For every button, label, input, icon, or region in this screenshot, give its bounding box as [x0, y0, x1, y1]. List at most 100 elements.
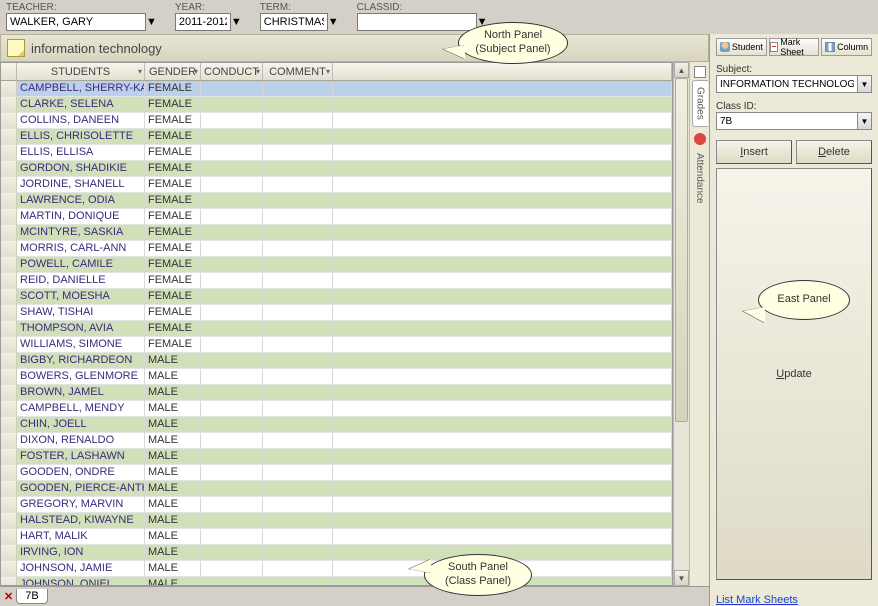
- table-row[interactable]: ELLIS, CHRISOLETTEFEMALE: [1, 129, 672, 145]
- cell-comment[interactable]: [263, 257, 333, 273]
- table-row[interactable]: GOODEN, ONDREMALE: [1, 465, 672, 481]
- cell-student[interactable]: SCOTT, MOESHA: [17, 289, 145, 305]
- row-selector[interactable]: [1, 433, 17, 449]
- row-selector[interactable]: [1, 305, 17, 321]
- table-row[interactable]: HALSTEAD, KIWAYNEMALE: [1, 513, 672, 529]
- cell-gender[interactable]: FEMALE: [145, 177, 201, 193]
- cell-student[interactable]: CLARKE, SELENA: [17, 97, 145, 113]
- cell-student[interactable]: MARTIN, DONIQUE: [17, 209, 145, 225]
- cell-student[interactable]: MORRIS, CARL-ANN: [17, 241, 145, 257]
- col-header-conduct[interactable]: CONDUCT▾: [201, 63, 263, 80]
- scroll-thumb[interactable]: [675, 78, 688, 422]
- row-selector[interactable]: [1, 577, 17, 585]
- cell-comment[interactable]: [263, 561, 333, 577]
- cell-conduct[interactable]: [201, 145, 263, 161]
- cell-conduct[interactable]: [201, 81, 263, 97]
- subject-combo[interactable]: [716, 75, 858, 93]
- cell-comment[interactable]: [263, 81, 333, 97]
- cell-gender[interactable]: FEMALE: [145, 289, 201, 305]
- update-button[interactable]: UpdateUpdate: [716, 168, 872, 580]
- row-selector[interactable]: [1, 561, 17, 577]
- tab-attendance[interactable]: Attendance: [692, 147, 707, 210]
- cell-gender[interactable]: FEMALE: [145, 97, 201, 113]
- cell-student[interactable]: WILLIAMS, SIMONE: [17, 337, 145, 353]
- cell-comment[interactable]: [263, 161, 333, 177]
- row-selector[interactable]: [1, 417, 17, 433]
- cell-conduct[interactable]: [201, 257, 263, 273]
- cell-comment[interactable]: [263, 481, 333, 497]
- cell-student[interactable]: SHAW, TISHAI: [17, 305, 145, 321]
- cell-gender[interactable]: FEMALE: [145, 161, 201, 177]
- cell-student[interactable]: HALSTEAD, KIWAYNE: [17, 513, 145, 529]
- cell-gender[interactable]: FEMALE: [145, 321, 201, 337]
- cell-conduct[interactable]: [201, 433, 263, 449]
- student-button[interactable]: Student: [716, 38, 767, 56]
- cell-comment[interactable]: [263, 209, 333, 225]
- cell-comment[interactable]: [263, 401, 333, 417]
- table-row[interactable]: THOMPSON, AVIAFEMALE: [1, 321, 672, 337]
- table-row[interactable]: IRVING, IONMALE: [1, 545, 672, 561]
- cell-gender[interactable]: FEMALE: [145, 305, 201, 321]
- cell-student[interactable]: GREGORY, MARVIN: [17, 497, 145, 513]
- cell-student[interactable]: JOHNSON, JAMIE: [17, 561, 145, 577]
- chevron-down-icon[interactable]: ▼: [858, 75, 872, 93]
- cell-student[interactable]: ELLIS, ELLISA: [17, 145, 145, 161]
- classid-combo[interactable]: [357, 13, 477, 31]
- row-selector[interactable]: [1, 545, 17, 561]
- cell-gender[interactable]: MALE: [145, 465, 201, 481]
- cell-gender[interactable]: FEMALE: [145, 337, 201, 353]
- mark-sheet-button[interactable]: Mark Sheet: [769, 38, 820, 56]
- cell-comment[interactable]: [263, 113, 333, 129]
- row-selector[interactable]: [1, 97, 17, 113]
- row-selector[interactable]: [1, 209, 17, 225]
- row-selector[interactable]: [1, 449, 17, 465]
- cell-comment[interactable]: [263, 289, 333, 305]
- table-row[interactable]: CAMPBELL, SHERRY-KAYEFEMALE: [1, 81, 672, 97]
- column-button[interactable]: Column: [821, 38, 872, 56]
- cell-conduct[interactable]: [201, 561, 263, 577]
- term-combo[interactable]: [260, 13, 328, 31]
- cell-student[interactable]: GORDON, SHADIKIE: [17, 161, 145, 177]
- cell-gender[interactable]: FEMALE: [145, 225, 201, 241]
- cell-conduct[interactable]: [201, 497, 263, 513]
- table-row[interactable]: COLLINS, DANEENFEMALE: [1, 113, 672, 129]
- cell-comment[interactable]: [263, 577, 333, 585]
- row-selector[interactable]: [1, 481, 17, 497]
- row-selector[interactable]: [1, 257, 17, 273]
- cell-student[interactable]: DIXON, RENALDO: [17, 433, 145, 449]
- table-row[interactable]: JOHNSON, ONIELMALE: [1, 577, 672, 585]
- chevron-down-icon[interactable]: ▼: [146, 16, 157, 28]
- chevron-down-icon[interactable]: ▾: [138, 67, 142, 76]
- table-row[interactable]: CHIN, JOELLMALE: [1, 417, 672, 433]
- cell-gender[interactable]: FEMALE: [145, 145, 201, 161]
- row-selector[interactable]: [1, 81, 17, 97]
- cell-gender[interactable]: MALE: [145, 369, 201, 385]
- cell-student[interactable]: JORDINE, SHANELL: [17, 177, 145, 193]
- cell-conduct[interactable]: [201, 385, 263, 401]
- cell-gender[interactable]: MALE: [145, 513, 201, 529]
- chevron-down-icon[interactable]: ▾: [256, 67, 260, 76]
- cell-student[interactable]: BIGBY, RICHARDEON: [17, 353, 145, 369]
- cell-student[interactable]: FOSTER, LASHAWN: [17, 449, 145, 465]
- cell-conduct[interactable]: [201, 225, 263, 241]
- cell-comment[interactable]: [263, 385, 333, 401]
- chevron-down-icon[interactable]: ▼: [328, 16, 339, 28]
- cell-gender[interactable]: MALE: [145, 385, 201, 401]
- row-selector[interactable]: [1, 369, 17, 385]
- row-selector[interactable]: [1, 353, 17, 369]
- table-row[interactable]: BOWERS, GLENMOREMALE: [1, 369, 672, 385]
- cell-gender[interactable]: MALE: [145, 497, 201, 513]
- cell-conduct[interactable]: [201, 449, 263, 465]
- row-selector[interactable]: [1, 513, 17, 529]
- table-row[interactable]: FOSTER, LASHAWNMALE: [1, 449, 672, 465]
- cell-comment[interactable]: [263, 193, 333, 209]
- cell-student[interactable]: COLLINS, DANEEN: [17, 113, 145, 129]
- cell-student[interactable]: IRVING, ION: [17, 545, 145, 561]
- cell-comment[interactable]: [263, 321, 333, 337]
- row-selector[interactable]: [1, 529, 17, 545]
- table-row[interactable]: BROWN, JAMELMALE: [1, 385, 672, 401]
- cell-student[interactable]: REID, DANIELLE: [17, 273, 145, 289]
- table-row[interactable]: DIXON, RENALDOMALE: [1, 433, 672, 449]
- cell-gender[interactable]: MALE: [145, 401, 201, 417]
- col-header-students[interactable]: STUDENTS▾: [17, 63, 145, 80]
